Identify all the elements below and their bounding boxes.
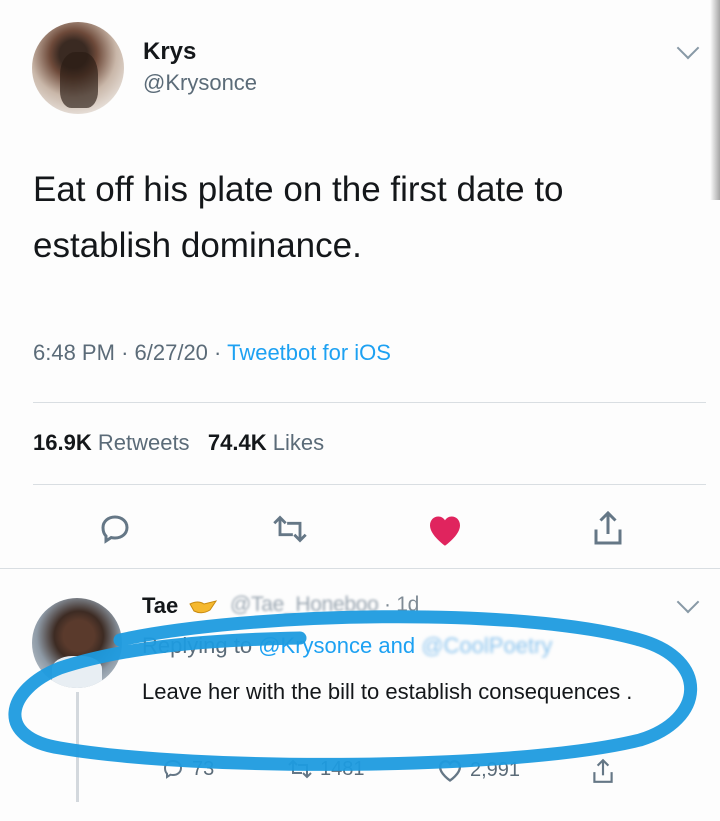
- likes-stat[interactable]: 74.4K Likes: [208, 430, 324, 455]
- share-icon: [593, 758, 613, 783]
- divider: [33, 402, 706, 403]
- reply-action-retweet[interactable]: 1481: [286, 757, 365, 781]
- emoji-icon: [189, 600, 218, 614]
- reply-icon[interactable]: [97, 511, 133, 547]
- divider: [0, 568, 720, 569]
- retweet-icon: [288, 759, 312, 779]
- user-handle[interactable]: @Krysonce: [143, 70, 257, 96]
- retweets-label: Retweets: [97, 430, 190, 455]
- reply-display-name[interactable]: Tae: [142, 593, 178, 619]
- reply-text: Leave her with the bill to establish con…: [142, 679, 633, 704]
- reply-replies-count: 73: [192, 757, 215, 780]
- meta-separator: ·: [214, 340, 228, 365]
- reply-retweets-count: 1481: [320, 757, 365, 780]
- reply-handle[interactable]: @Tae_Honeboo · 1d: [230, 593, 419, 617]
- mention-link[interactable]: @CoolPoetry: [421, 633, 552, 658]
- mention-link[interactable]: @Krysonce: [258, 633, 372, 658]
- tweet-source-link[interactable]: Tweetbot for iOS: [227, 340, 391, 365]
- replying-and: and: [378, 633, 416, 658]
- tweet-text: Eat off his plate on the first date to e…: [33, 170, 564, 265]
- heart-outline-icon: [438, 760, 462, 782]
- reply-action-like[interactable]: 2,991: [436, 757, 520, 783]
- thread-line: [76, 692, 79, 802]
- avatar-krys[interactable]: [32, 22, 124, 114]
- likes-label: Likes: [272, 430, 325, 455]
- tweet-stats: 16.9K Retweets 74.4K Likes: [33, 430, 324, 456]
- likes-count: 74.4K: [207, 430, 267, 455]
- reply-action-share[interactable]: [590, 757, 616, 785]
- reply-action-reply[interactable]: 73: [160, 757, 214, 781]
- meta-separator: ·: [121, 340, 135, 365]
- heart-icon[interactable]: [425, 510, 465, 548]
- reply-icon: [163, 759, 183, 779]
- retweets-stat[interactable]: 16.9K Retweets: [33, 430, 190, 455]
- meta-separator: ·: [384, 593, 397, 616]
- reply-handle-text: @Tae_Honeboo: [230, 593, 379, 616]
- retweets-count: 16.9K: [33, 430, 92, 455]
- edge-shadow: [710, 0, 720, 200]
- divider: [33, 484, 706, 485]
- retweet-icon[interactable]: [270, 511, 310, 547]
- reply-age: 1d: [396, 593, 420, 616]
- avatar-tae[interactable]: [32, 598, 122, 688]
- tweet-time: 6:48 PM: [33, 340, 115, 365]
- tweet-meta: 6:48 PM · 6/27/20 · Tweetbot for iOS: [33, 340, 391, 366]
- reply-likes-count: 2,991: [470, 758, 521, 781]
- display-name[interactable]: Krys: [143, 38, 196, 66]
- tweet-date: 6/27/20: [134, 340, 208, 365]
- share-icon[interactable]: [590, 508, 626, 548]
- replying-prefix: Replying to: [142, 633, 253, 658]
- replying-to-line: Replying to @Krysonce and @CoolPoetry: [142, 633, 552, 659]
